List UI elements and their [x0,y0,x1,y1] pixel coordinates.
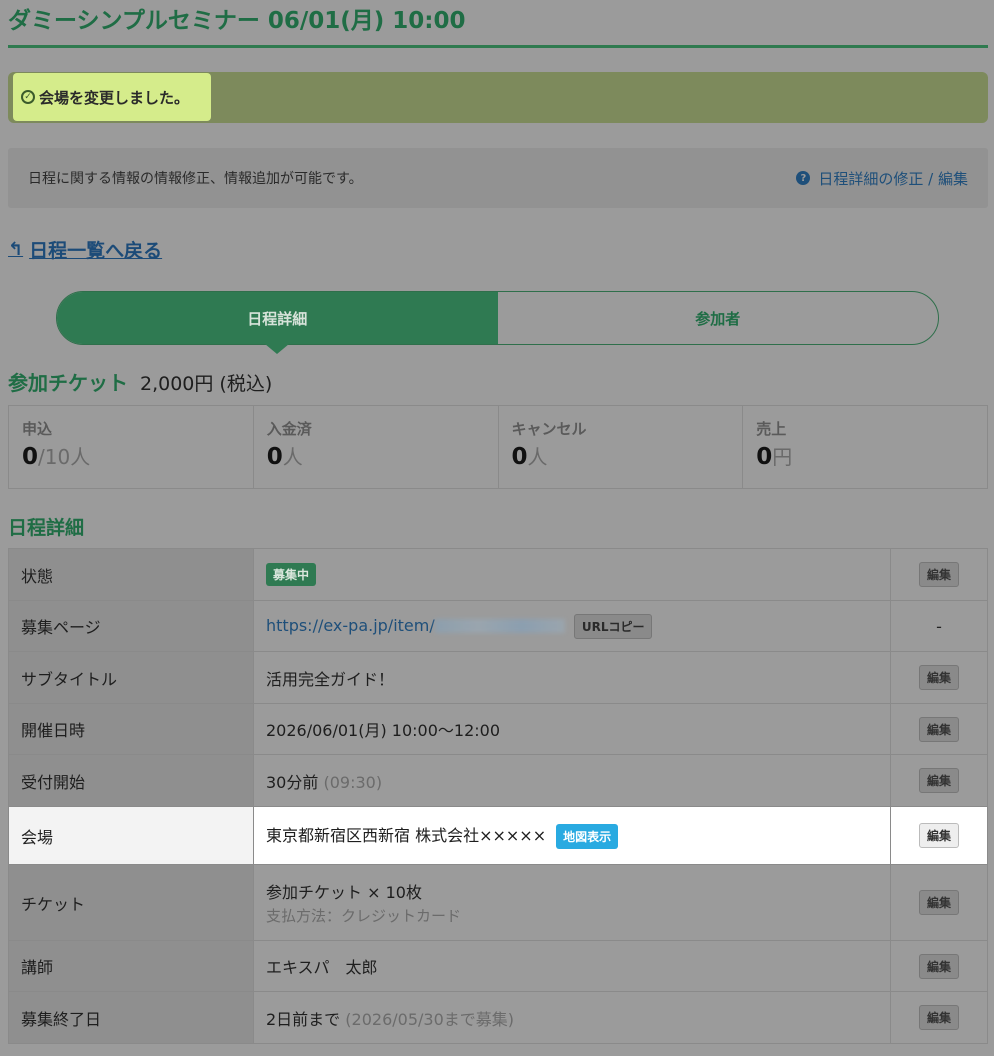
stat-applications: 申込 0/10人 [9,406,254,488]
ticket-price: 2,000円 (税込) [140,373,273,395]
edit-button[interactable]: 編集 [918,562,959,587]
flash-message: ✓ 会場を変更しました。 [13,73,211,121]
table-row: チケット 参加チケット × 10枚 支払方法：クレジットカード 編集 [8,864,988,941]
stat-unit: 人 [282,445,303,469]
arrow-up-icon: ↰ [8,239,24,260]
row-key: 講師 [8,940,254,992]
info-text: 日程に関する情報の情報修正、情報追加が可能です。 [28,171,363,187]
table-row-venue: 会場 東京都新宿区西新宿 株式会社××××× 地図表示 編集 [8,806,988,865]
detail-table: 状態 募集中 編集 募集ページ https://ex-pa.jp/item/ U… [8,548,988,1044]
stat-paid: 入金済 0人 [254,406,499,488]
row-key: 募集ページ [8,600,254,652]
stat-value: 0 [22,444,39,470]
tab-participants[interactable]: 参加者 [498,292,939,344]
edit-button[interactable]: 編集 [918,768,959,793]
table-row: 受付開始 30分前 (09:30) 編集 [8,754,988,807]
row-key: 会場 [8,806,254,865]
recruit-page-url[interactable]: https://ex-pa.jp/item/ [266,616,435,635]
tab-bar: 日程詳細 参加者 [56,291,939,354]
row-key: 状態 [8,548,254,601]
stat-unit: 人 [527,445,548,469]
back-to-list-link[interactable]: ↰ 日程一覧へ戻る [8,236,162,263]
stats-panel: 申込 0/10人 入金済 0人 キャンセル 0人 売上 0円 [8,405,988,489]
row-key: チケット [8,864,254,941]
row-value: 30分前 [266,772,319,792]
row-value: 2日前まで [266,1009,341,1029]
flash-banner: ✓ 会場を変更しました。 [8,72,988,123]
edit-button[interactable]: 編集 [918,716,959,742]
stat-label: 売上 [756,420,787,438]
stat-label: 申込 [22,420,53,438]
row-value: エキスパ 太郎 [253,940,891,992]
map-button[interactable]: 地図表示 [556,824,619,849]
back-link-label: 日程一覧へ戻る [29,240,163,262]
check-circle-icon: ✓ [21,90,35,104]
stat-cancel: キャンセル 0人 [499,406,744,488]
edit-button[interactable]: 編集 [918,665,959,690]
edit-schedule-link-label: 日程詳細の修正 / 編集 [818,169,968,188]
stat-label: 入金済 [266,420,312,438]
edit-schedule-link[interactable]: ? 日程詳細の修正 / 編集 [796,168,968,189]
edit-button[interactable]: 編集 [918,890,959,915]
ticket-name: 参加チケット [8,371,128,395]
question-circle-icon: ? [796,171,811,185]
stat-unit: 円 [772,445,793,469]
row-value: 2026/06/01(月) 10:00〜12:00 [253,703,891,755]
table-row: 募集ページ https://ex-pa.jp/item/ URLコピー - [8,600,988,652]
stat-unit: /10人 [38,445,91,469]
row-key: サブタイトル [8,651,254,704]
edit-button[interactable]: 編集 [918,953,959,979]
row-value: 東京都新宿区西新宿 株式会社××××× [266,826,547,845]
table-row: 募集終了日 2日前まで (2026/05/30まで募集) 編集 [8,991,988,1044]
tab-schedule-detail[interactable]: 日程詳細 [57,292,498,354]
row-action: - [890,600,988,652]
flash-text: 会場を変更しました。 [39,88,190,107]
stat-value: 0 [756,444,773,470]
row-value: 参加チケット × 10枚 [266,883,422,902]
row-value: 活用完全ガイド！ [253,651,891,704]
table-row: サブタイトル 活用完全ガイド！ 編集 [8,651,988,704]
stat-label: キャンセル [511,420,587,438]
redacted-url-part [434,619,565,633]
row-sub: 支払方法：クレジットカード [266,907,462,925]
row-key: 募集終了日 [8,991,254,1044]
edit-button[interactable]: 編集 [918,823,959,848]
ticket-heading: 参加チケット 2,000円 (税込) [8,367,272,396]
stat-sales: 売上 0円 [743,406,987,488]
url-copy-button[interactable]: URLコピー [573,613,653,639]
page-title: ダミーシンプルセミナー 06/01(月) 10:00 [8,4,988,48]
row-key: 受付開始 [8,754,254,807]
row-note: (09:30) [323,772,383,792]
table-row: 講師 エキスパ 太郎 編集 [8,940,988,992]
section-title: 日程詳細 [8,517,85,539]
edit-button[interactable]: 編集 [918,1005,959,1030]
table-row: 状態 募集中 編集 [8,548,988,601]
page-overlay: ダミーシンプルセミナー 06/01(月) 10:00 ✓ 会場を変更しました。 … [0,0,994,1056]
row-note: (2026/05/30まで募集) [345,1009,514,1029]
table-row: 開催日時 2026/06/01(月) 10:00〜12:00 編集 [8,703,988,755]
row-key: 開催日時 [8,703,254,755]
status-badge: 募集中 [266,563,317,586]
info-box: 日程に関する情報の情報修正、情報追加が可能です。 ? 日程詳細の修正 / 編集 [8,148,988,208]
stat-value: 0 [266,444,283,470]
stat-value: 0 [511,444,528,470]
